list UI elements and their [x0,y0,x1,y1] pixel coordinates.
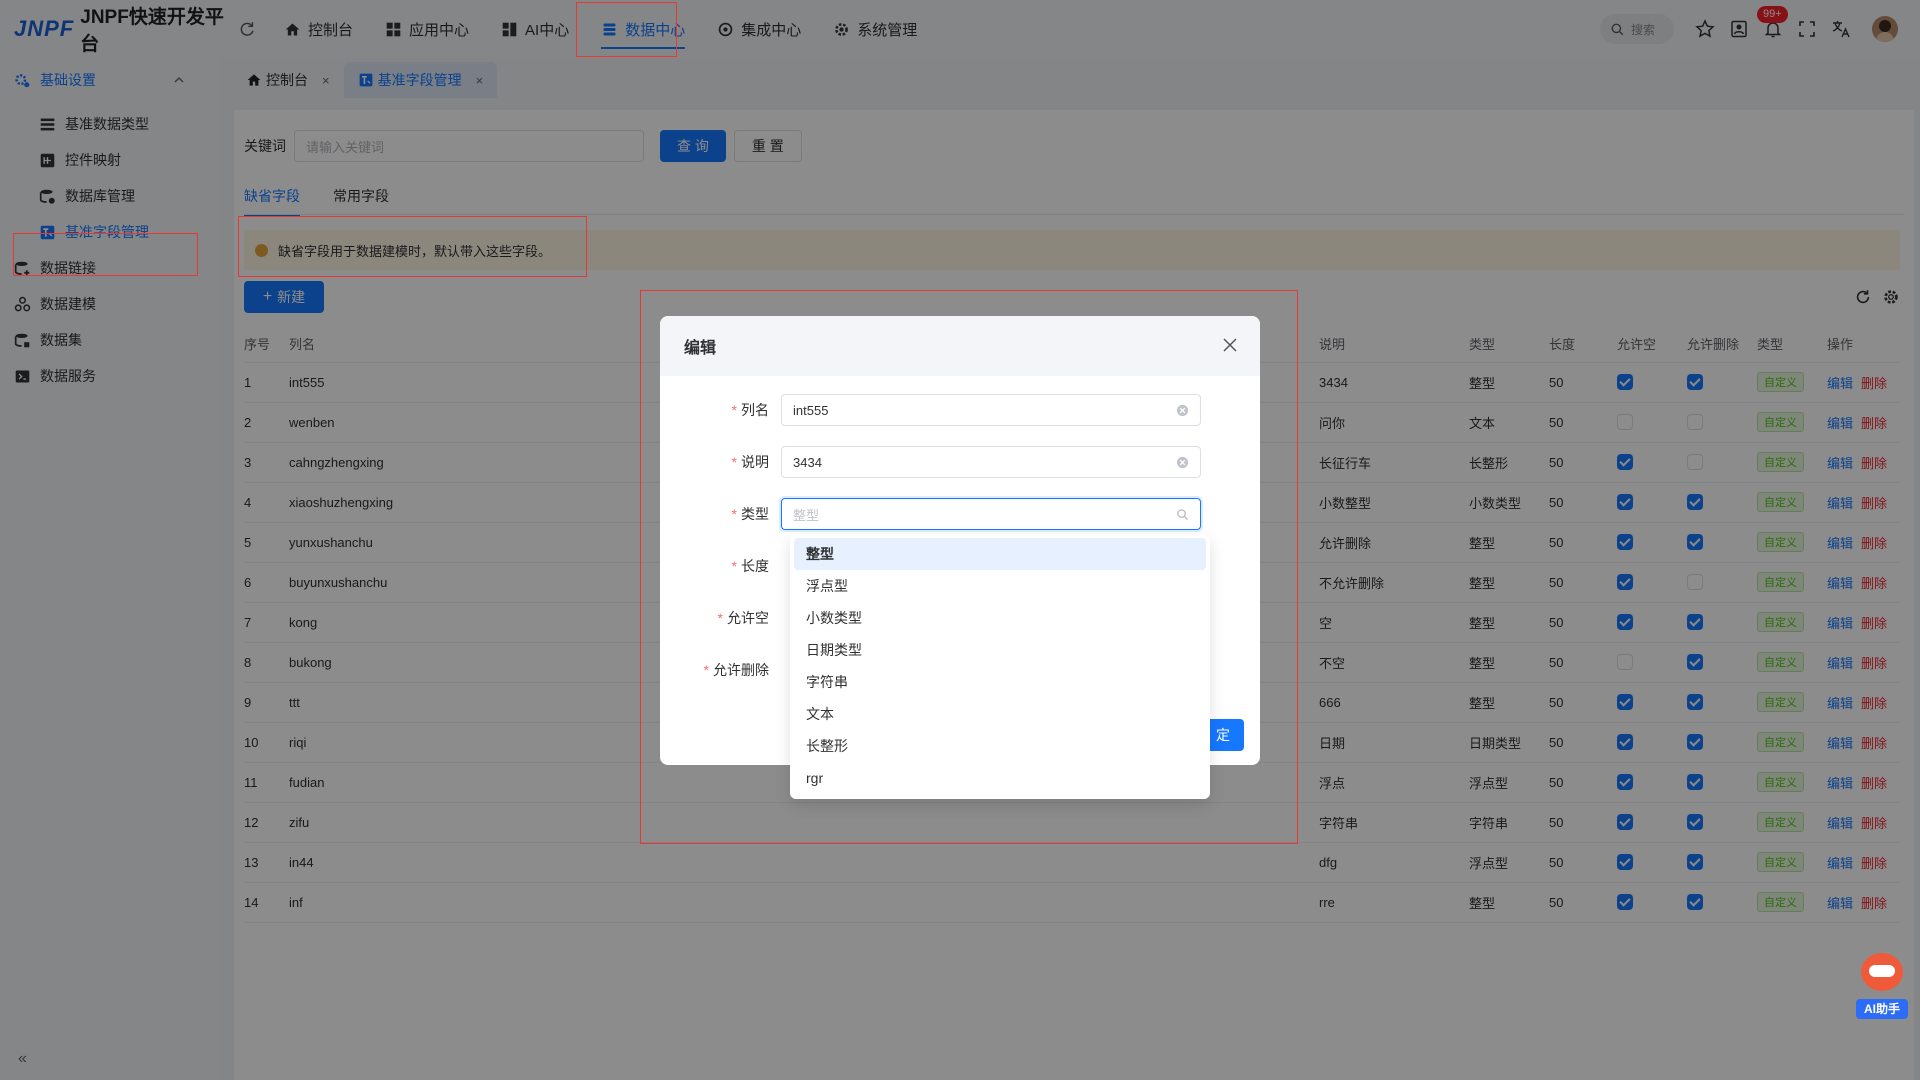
type-option[interactable]: 日期类型 [794,634,1206,666]
name-field[interactable]: int555 [781,394,1201,426]
dialog-title: 编辑 [684,340,717,357]
type-option[interactable]: 整型 [794,538,1206,570]
desc-value: 3434 [793,454,822,470]
type-placeholder: 整型 [793,507,820,523]
clear-icon[interactable] [1176,456,1189,469]
form-row-length: * 长度 [660,550,781,582]
ai-assistant-label: AI助手 [1856,999,1908,1019]
length-label: * 长度 [731,558,769,574]
type-dropdown: 整型 浮点型 小数类型 日期类型 字符串 文本 长整形 rgr [790,534,1210,799]
form-row-deletable: * 允许删除 [660,654,781,686]
type-option[interactable]: rgr [794,762,1206,794]
form-row-name: * 列名 int555 [660,394,1201,426]
robot-icon [1861,953,1903,991]
close-icon[interactable] [1222,337,1238,353]
desc-label: * 说明 [731,454,769,470]
type-option[interactable]: 字符串 [794,666,1206,698]
form-row-desc: * 说明 3434 [660,446,1201,478]
type-select[interactable]: 整型 [781,498,1201,530]
type-option[interactable]: 长整形 [794,730,1206,762]
form-row-nullable: * 允许空 [660,602,781,634]
name-label: * 列名 [731,402,769,418]
dialog-header: 编辑 [660,316,1260,376]
form-row-type: * 类型 整型 [660,498,1201,530]
clear-icon[interactable] [1176,404,1189,417]
deletable-label: * 允许删除 [703,662,769,678]
nullable-label: * 允许空 [717,610,769,626]
ai-assistant-button[interactable]: AI助手 [1856,953,1908,1019]
type-label: * 类型 [731,506,769,522]
name-value: int555 [793,402,829,418]
type-option[interactable]: 小数类型 [794,602,1206,634]
type-option[interactable]: 浮点型 [794,570,1206,602]
desc-field[interactable]: 3434 [781,446,1201,478]
type-option[interactable]: 文本 [794,698,1206,730]
search-icon [1177,508,1189,520]
